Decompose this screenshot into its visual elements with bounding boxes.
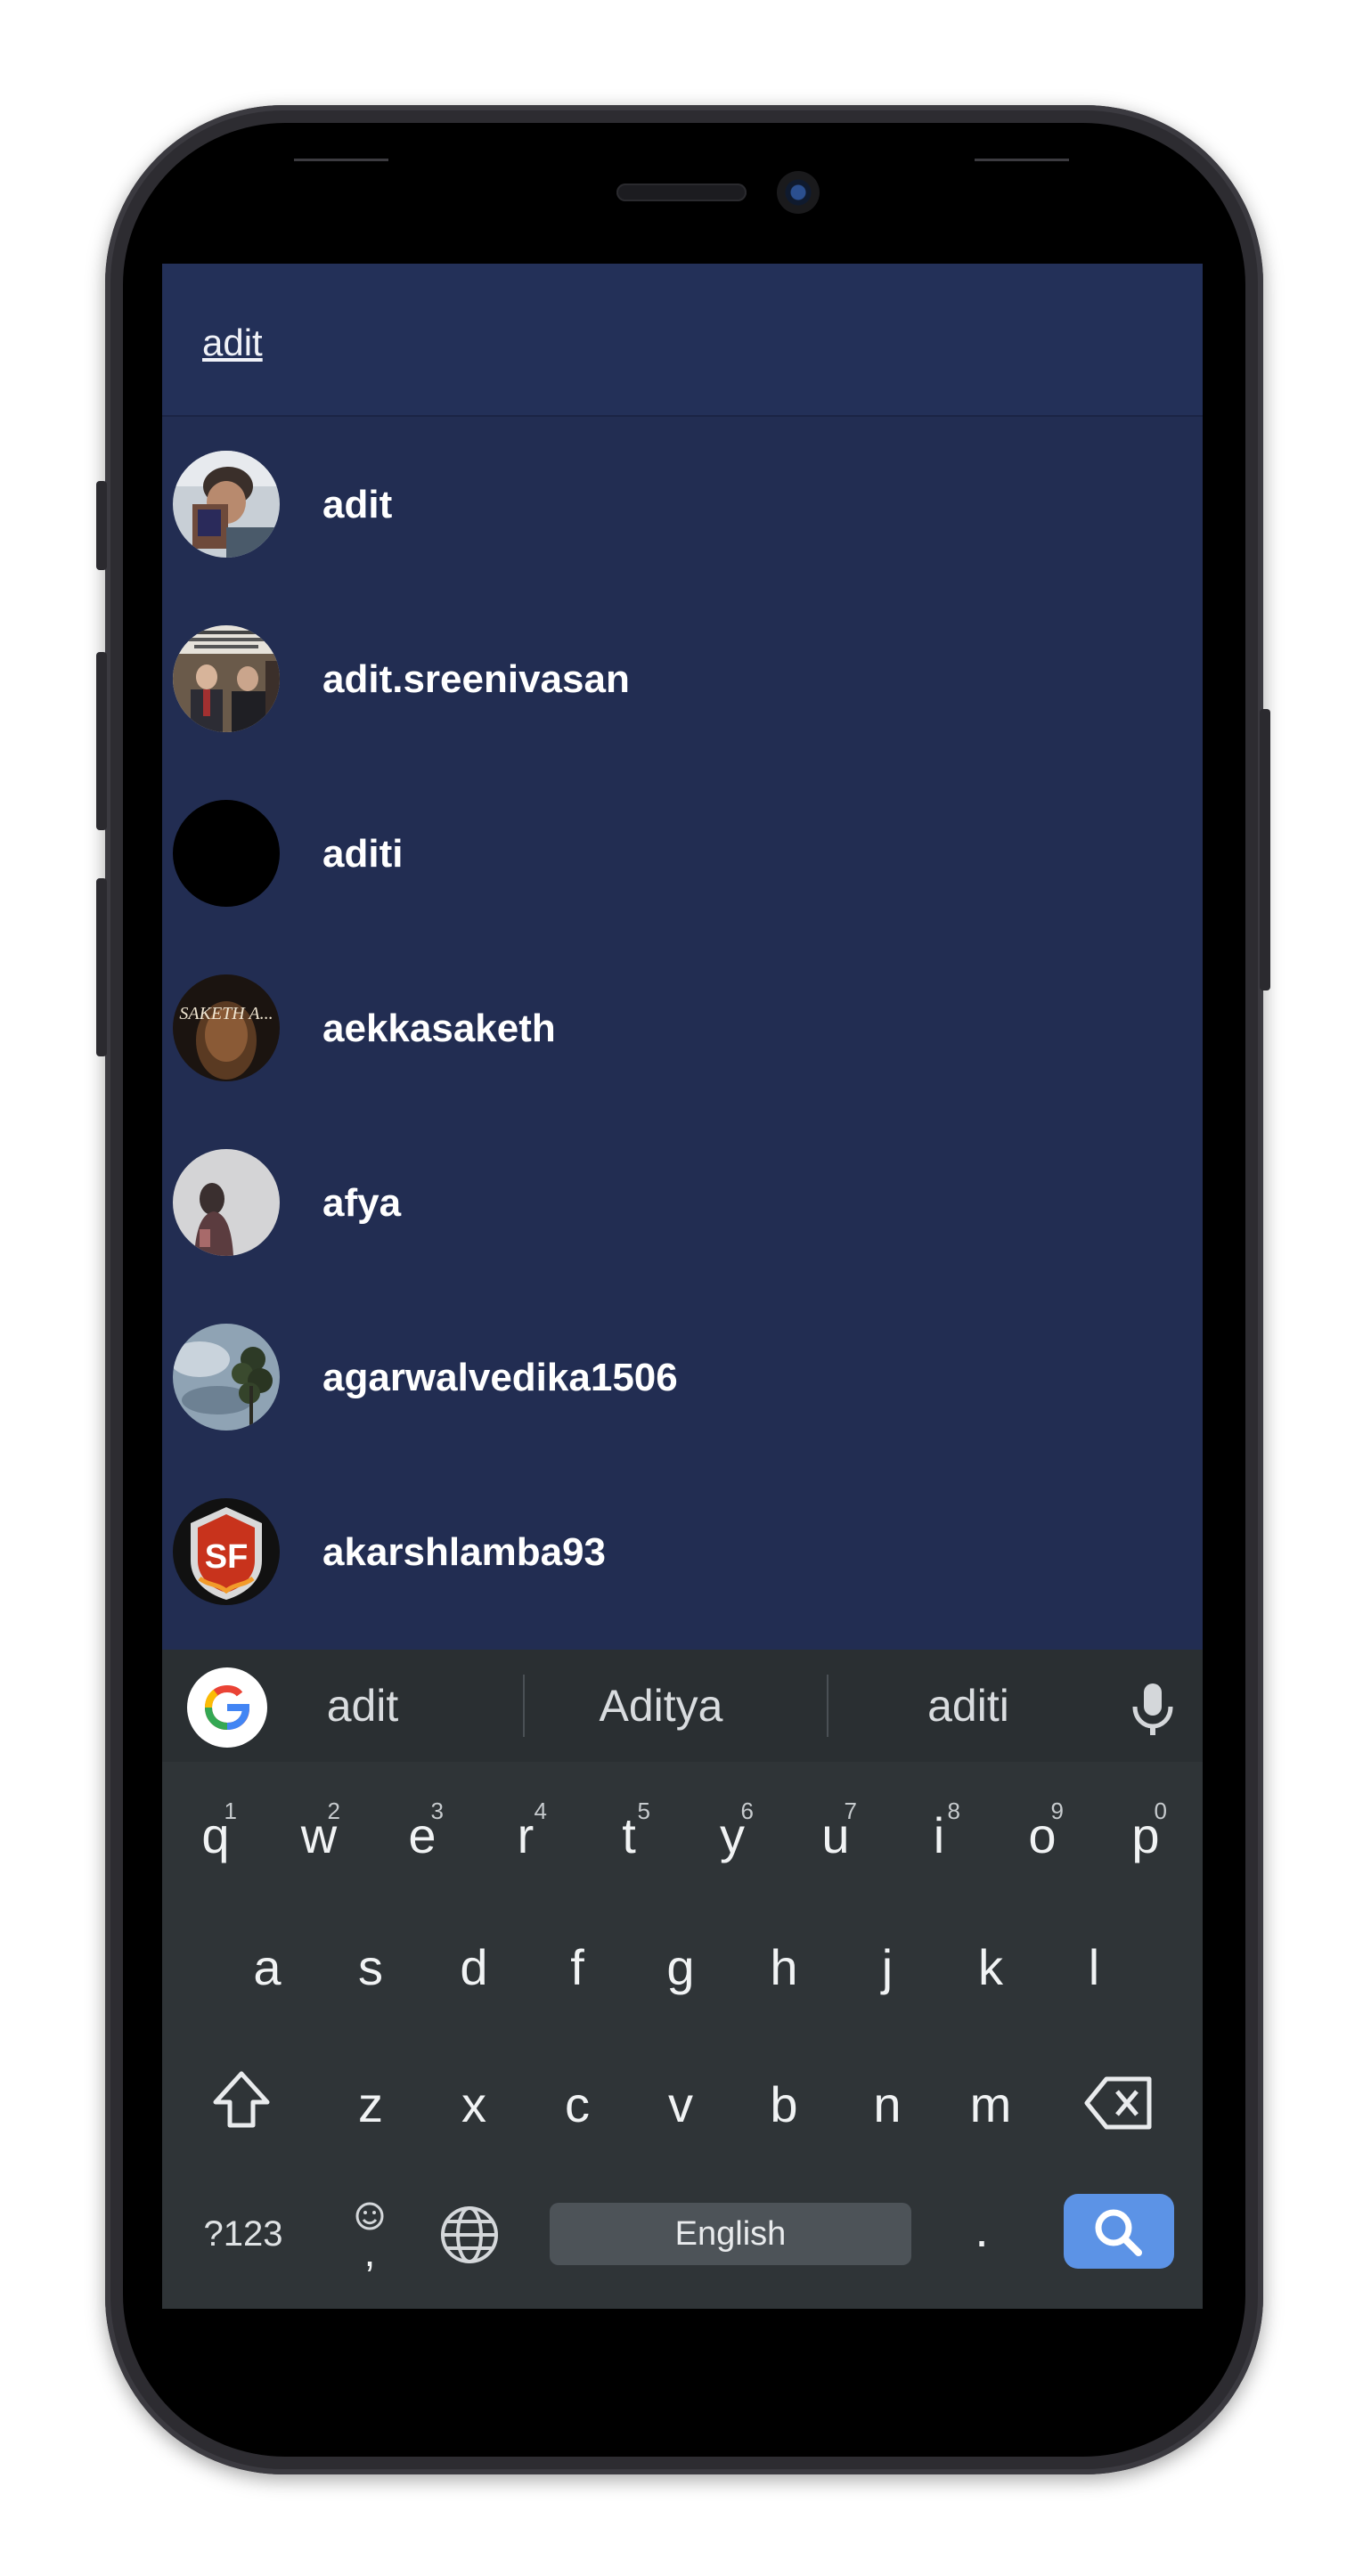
username: adit xyxy=(322,483,393,526)
backspace-icon[interactable] xyxy=(1081,2072,1155,2134)
avatar xyxy=(173,1149,280,1256)
username: adit.sreenivasan xyxy=(322,657,630,701)
key-e[interactable]: e3 xyxy=(396,1797,449,1869)
avatar xyxy=(173,800,280,907)
suggestion-divider xyxy=(523,1675,525,1737)
avatar xyxy=(173,1324,280,1431)
avatar: SF xyxy=(173,1498,280,1605)
google-icon[interactable] xyxy=(187,1667,267,1748)
power-button xyxy=(1260,709,1270,990)
antenna-line-right xyxy=(975,159,1069,161)
svg-text:SF: SF xyxy=(205,1538,249,1576)
list-item[interactable]: agarwalvedika1506 xyxy=(162,1290,1203,1464)
list-item[interactable]: SAKETH A... aekkasaketh xyxy=(162,941,1203,1115)
key-t[interactable]: t5 xyxy=(602,1797,656,1869)
volume-up-button xyxy=(96,652,107,830)
username: akarshlamba93 xyxy=(322,1530,606,1574)
list-item[interactable]: adit xyxy=(162,417,1203,591)
key-g[interactable]: g xyxy=(654,1938,707,2001)
list-item[interactable]: afya xyxy=(162,1115,1203,1290)
search-icon xyxy=(1095,2209,1142,2256)
globe-icon[interactable] xyxy=(438,2204,501,2266)
key-u[interactable]: u7 xyxy=(809,1797,862,1869)
key-k[interactable]: k xyxy=(964,1938,1017,2001)
avatar xyxy=(173,625,280,732)
earpiece-speaker xyxy=(616,183,747,201)
key-a[interactable]: a xyxy=(241,1938,294,2001)
symbols-key[interactable]: ?123 xyxy=(194,2205,292,2262)
key-q[interactable]: q1 xyxy=(189,1797,242,1869)
username: aekkasaketh xyxy=(322,1007,556,1050)
search-input[interactable] xyxy=(202,319,1004,367)
shift-icon[interactable] xyxy=(210,2067,273,2134)
suggestion-divider xyxy=(827,1675,828,1737)
username: agarwalvedika1506 xyxy=(322,1356,678,1399)
key-x[interactable]: x xyxy=(447,2075,501,2138)
microphone-icon[interactable] xyxy=(1128,1680,1178,1737)
key-j[interactable]: j xyxy=(861,1938,914,2001)
suggestion-3[interactable]: aditi xyxy=(839,1680,1098,1733)
key-w[interactable]: w2 xyxy=(292,1797,346,1869)
key-n[interactable]: n xyxy=(861,2075,914,2138)
avatar xyxy=(173,451,280,558)
key-r[interactable]: r4 xyxy=(499,1797,552,1869)
avatar: SAKETH A... xyxy=(173,974,280,1081)
key-b[interactable]: b xyxy=(757,2075,811,2138)
list-item[interactable]: SF akarshlamba93 xyxy=(162,1464,1203,1639)
period-key[interactable]: . xyxy=(964,2200,1000,2262)
silent-switch xyxy=(96,481,107,570)
key-f[interactable]: f xyxy=(551,1938,604,2001)
key-c[interactable]: c xyxy=(551,2075,604,2138)
svg-text:SAKETH A...: SAKETH A... xyxy=(179,1004,273,1023)
key-o[interactable]: o9 xyxy=(1016,1797,1069,1869)
key-s[interactable]: s xyxy=(344,1938,397,2001)
list-item[interactable]: adit.sreenivasan xyxy=(162,591,1203,766)
search-bar xyxy=(162,264,1203,417)
suggestion-bar: adit Aditya aditi xyxy=(162,1650,1203,1762)
key-l[interactable]: l xyxy=(1067,1938,1121,2001)
space-key[interactable]: English xyxy=(550,2203,911,2265)
volume-down-button xyxy=(96,878,107,1056)
key-h[interactable]: h xyxy=(757,1938,811,2001)
key-z[interactable]: z xyxy=(344,2075,397,2138)
screen: adit adit.sreenivasan xyxy=(162,264,1203,2309)
antenna-line-left xyxy=(294,159,388,161)
username: afya xyxy=(322,1181,402,1225)
key-p[interactable]: p0 xyxy=(1119,1797,1172,1869)
key-d[interactable]: d xyxy=(447,1938,501,2001)
search-key[interactable] xyxy=(1064,2194,1174,2269)
suggestion-2[interactable]: Aditya xyxy=(554,1680,768,1733)
soft-keyboard: adit Aditya aditi q1 w2 e3 r4 t5 y6 u7 i… xyxy=(162,1650,1203,2309)
key-m[interactable]: m xyxy=(964,2075,1017,2138)
key-i[interactable]: i8 xyxy=(912,1797,966,1869)
list-item[interactable]: aditi xyxy=(162,766,1203,941)
suggestion-1[interactable]: adit xyxy=(278,1680,447,1733)
key-y[interactable]: y6 xyxy=(706,1797,759,1869)
emoji-comma-key[interactable]: , xyxy=(347,2188,392,2277)
key-v[interactable]: v xyxy=(654,2075,707,2138)
front-camera xyxy=(777,171,820,214)
username: aditi xyxy=(322,832,404,876)
